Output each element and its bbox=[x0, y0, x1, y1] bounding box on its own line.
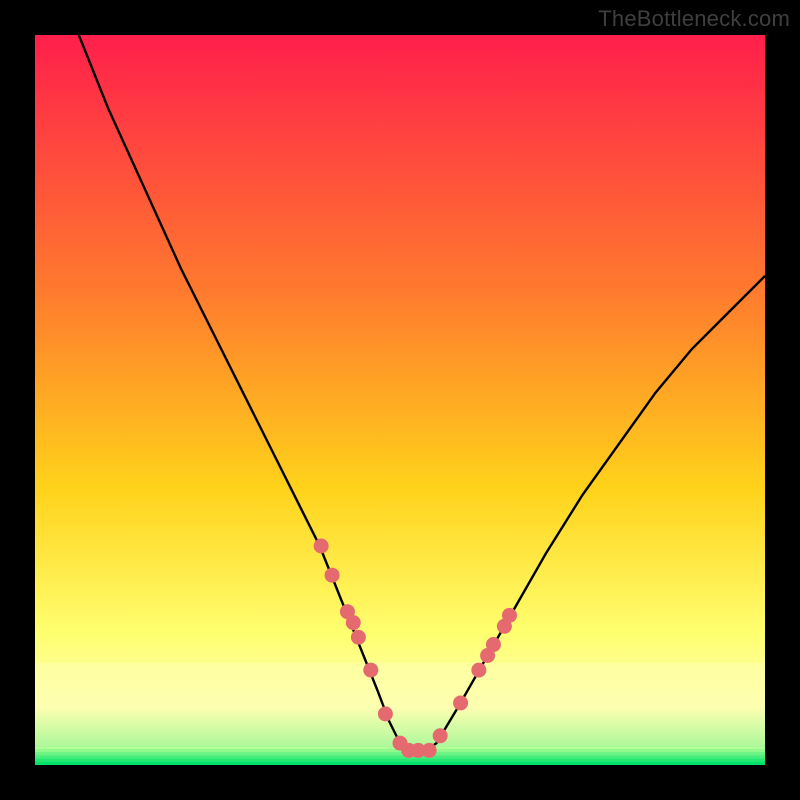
dot bbox=[378, 706, 393, 721]
dot bbox=[346, 615, 361, 630]
watermark-text: TheBottleneck.com bbox=[598, 6, 790, 32]
dot bbox=[486, 637, 501, 652]
chart-frame bbox=[35, 35, 765, 765]
dot bbox=[453, 695, 468, 710]
dot bbox=[433, 728, 448, 743]
gradient-background bbox=[35, 35, 765, 765]
dot bbox=[471, 663, 486, 678]
dot bbox=[314, 539, 329, 554]
dot bbox=[351, 630, 366, 645]
dot bbox=[325, 568, 340, 583]
dot bbox=[363, 663, 378, 678]
dot bbox=[422, 743, 437, 758]
dot bbox=[502, 608, 517, 623]
bottleneck-chart bbox=[35, 35, 765, 765]
pale-yellow-band bbox=[35, 663, 765, 747]
